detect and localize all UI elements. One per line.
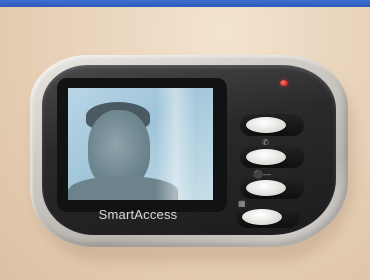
brand-label: SmartAccess	[98, 207, 178, 222]
bottom-button[interactable]	[242, 209, 282, 225]
status-led	[280, 80, 288, 86]
middle-button[interactable]	[246, 149, 286, 165]
lower-button[interactable]	[246, 180, 286, 196]
screen-glare	[156, 88, 196, 200]
phone-icon: ✆	[262, 138, 269, 147]
video-screen	[68, 88, 213, 200]
key-icon: ⚫—	[253, 170, 271, 179]
photo-frame: SmartAccess ✆ ⚫— ▦	[0, 0, 370, 280]
top-blue-bar	[0, 0, 370, 7]
top-button[interactable]	[246, 117, 286, 133]
gate-icon: ▦	[238, 199, 246, 208]
